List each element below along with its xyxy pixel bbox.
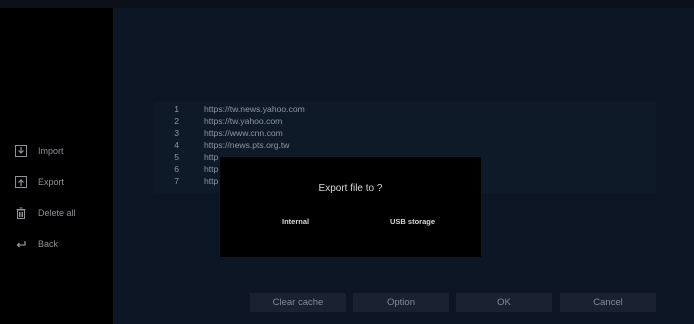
list-item[interactable]: 3 https://www.cnn.com <box>154 127 283 138</box>
list-item[interactable]: 6 http <box>154 163 218 174</box>
row-url: https://tw.news.yahoo.com <box>204 103 305 114</box>
row-url: https://tw.yahoo.com <box>204 115 283 126</box>
back-arrow-icon <box>14 237 28 251</box>
list-item[interactable]: 7 http <box>154 175 218 186</box>
row-url: http <box>204 151 219 162</box>
list-item[interactable]: 5 http <box>154 151 218 162</box>
row-url: http <box>204 163 219 174</box>
sidebar-item-label: Delete all <box>38 208 76 218</box>
list-item[interactable]: 4 https://news.pts.org.tw <box>154 139 290 150</box>
list-item[interactable]: 2 https://tw.yahoo.com <box>154 115 282 126</box>
row-number: 1 <box>174 103 179 114</box>
option-button[interactable]: Option <box>353 293 449 312</box>
cancel-button[interactable]: Cancel <box>560 293 656 312</box>
row-number: 6 <box>174 163 179 174</box>
import-icon <box>14 144 28 158</box>
row-url: https://news.pts.org.tw <box>204 139 290 150</box>
row-number: 2 <box>174 115 179 126</box>
dialog-title: Export file to ? <box>318 183 383 194</box>
list-item[interactable]: 1 https://tw.news.yahoo.com <box>154 103 305 114</box>
usb-storage-option[interactable]: USB storage <box>390 217 435 226</box>
export-dialog: Export file to ? Internal USB storage <box>220 157 481 257</box>
sidebar-item-export[interactable]: Export <box>14 172 64 192</box>
sidebar-item-delete-all[interactable]: Delete all <box>14 203 76 223</box>
sidebar-item-label: Export <box>38 177 65 187</box>
row-number: 7 <box>174 175 179 186</box>
sidebar-item-label: Back <box>38 239 59 249</box>
export-icon <box>14 175 28 189</box>
sidebar <box>0 8 113 324</box>
row-number: 5 <box>174 151 179 162</box>
row-number: 4 <box>174 139 179 150</box>
row-number: 3 <box>174 127 179 138</box>
top-band <box>0 0 694 8</box>
row-url: http <box>204 175 219 186</box>
internal-option[interactable]: Internal <box>282 217 309 226</box>
clear-cache-button[interactable]: Clear cache <box>250 293 346 312</box>
ok-button[interactable]: OK <box>456 293 552 312</box>
sidebar-item-import[interactable]: Import <box>14 141 64 161</box>
row-url: https://www.cnn.com <box>204 127 283 138</box>
trash-icon <box>14 206 28 220</box>
sidebar-item-label: Import <box>38 146 64 156</box>
sidebar-item-back[interactable]: Back <box>14 234 58 254</box>
